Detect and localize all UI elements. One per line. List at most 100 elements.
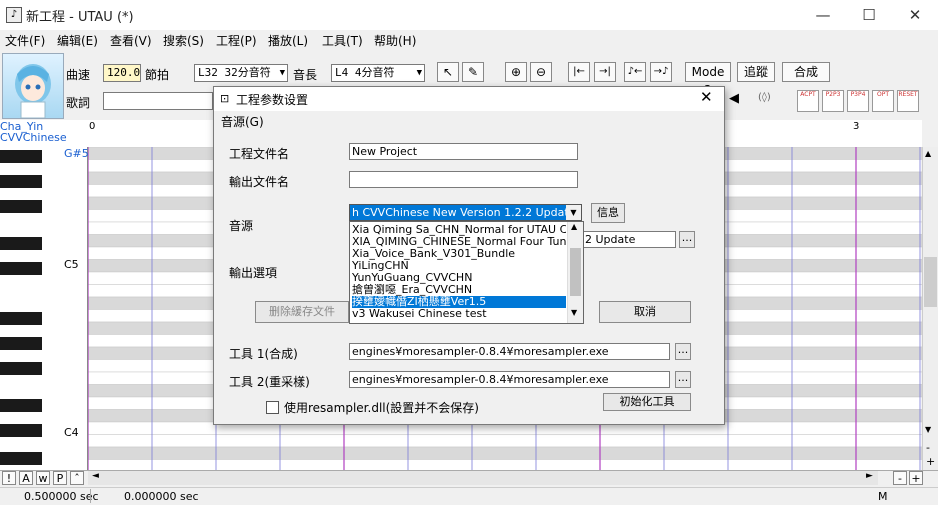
voicebank-option[interactable]: XIA_QIMING_CHINESE_Normal Four Tune — [352, 236, 566, 248]
pitch-button[interactable]: P — [53, 471, 67, 485]
grid-row — [88, 459, 922, 470]
scroll-down-icon[interactable]: ▼ — [571, 308, 577, 317]
zoom-out-button[interactable]: ⊖ — [530, 62, 552, 82]
menu-search[interactable]: 搜索(S) — [163, 32, 204, 49]
resampler-checkbox[interactable] — [266, 401, 279, 414]
black-key — [0, 399, 42, 412]
quantize-value: L32 32分音符 — [198, 66, 271, 79]
output-name-input[interactable] — [349, 171, 578, 188]
piano-keys[interactable]: G#5 C5 C4 — [0, 147, 89, 470]
scroll-up-icon[interactable]: ▲ — [925, 149, 931, 158]
caret-button[interactable]: ˆ — [70, 471, 84, 485]
voicebank-option[interactable]: YiLingCHN — [352, 260, 566, 272]
go-end-button[interactable]: →| — [594, 62, 616, 82]
voicebank-path-field[interactable]: 2 Update — [582, 231, 676, 248]
title-bar[interactable] — [0, 0, 938, 30]
minimize-button[interactable]: — — [800, 0, 846, 30]
menu-help[interactable]: 帮助(H) — [374, 32, 416, 49]
zoom-in-button[interactable]: ⊕ — [505, 62, 527, 82]
menu-file[interactable]: 文件(F) — [5, 32, 45, 49]
lyric-input[interactable] — [103, 92, 213, 110]
black-key — [0, 337, 42, 350]
voicebank-option[interactable]: 搶曽瀏噁_Era_CVVCHN — [352, 284, 566, 296]
info-button[interactable]: 信息 — [591, 203, 625, 223]
voicebank-option[interactable]: v3 Wakusei Chinese test — [352, 308, 566, 320]
next-note-button[interactable]: →♪ — [650, 62, 672, 82]
tool2-input[interactable]: engines¥moresampler-0.8.4¥moresampler.ex… — [349, 371, 670, 388]
menu-view[interactable]: 查看(V) — [110, 32, 152, 49]
close-window-button[interactable]: ✕ — [892, 0, 938, 30]
select-tool-button[interactable]: ↖ — [437, 62, 459, 82]
dialog-close-button[interactable]: ✕ — [700, 88, 713, 106]
zoom-out-horizontal[interactable]: - — [893, 471, 907, 485]
tool1-input[interactable]: engines¥moresampler-0.8.4¥moresampler.ex… — [349, 343, 670, 360]
fx-opt-button[interactable]: OPT — [872, 90, 894, 112]
zoom-in-vertical[interactable]: + — [926, 455, 935, 468]
speaker-icon[interactable]: ◀ — [729, 91, 739, 106]
horizontal-scrollbar[interactable]: ◄ ► — [88, 471, 878, 485]
singer-avatar[interactable] — [2, 53, 64, 119]
scroll-right-icon[interactable]: ► — [866, 471, 873, 481]
length-value: L4 4分音符 — [335, 66, 395, 79]
loop-icon[interactable]: (◊) — [758, 92, 771, 103]
mode-button[interactable]: Mode 2 — [685, 62, 731, 97]
scroll-left-icon[interactable]: ◄ — [92, 471, 99, 481]
browse-tool1-button[interactable]: ... — [675, 343, 691, 360]
singer-name-line2: CVVChinese — [0, 131, 67, 144]
length-label: 音長 — [293, 68, 318, 82]
length-select[interactable]: L4 4分音符 ▼ — [331, 64, 425, 82]
menu-project[interactable]: 工程(P) — [216, 32, 257, 49]
synthesize-button[interactable]: 合成 — [782, 62, 830, 82]
measure-label: 3 — [853, 121, 860, 132]
fx-p2p3-button[interactable]: P2P3 — [822, 90, 844, 112]
cancel-button[interactable]: 取消 — [599, 301, 691, 323]
clear-cache-button[interactable]: 删除緩存文件 — [255, 301, 349, 323]
voicebank-option[interactable]: YunYuGuang_CVVCHN — [352, 272, 566, 284]
zoom-out-vertical[interactable]: - — [926, 441, 930, 454]
fx-p3p4-button[interactable]: P3P4 — [847, 90, 869, 112]
note-label-c5: C5 — [64, 258, 79, 271]
maximize-button[interactable]: ☐ — [846, 0, 892, 30]
dropdown-scrollbar[interactable]: ▲ ▼ — [567, 222, 583, 323]
scroll-down-icon[interactable]: ▼ — [925, 425, 931, 434]
dialog-title-bar[interactable]: ⊡ 工程参数设置 ✕ — [214, 87, 724, 111]
scroll-thumb[interactable] — [924, 257, 937, 307]
fx-acpt-button[interactable]: ACPT — [797, 90, 819, 112]
menu-tools[interactable]: 工具(T) — [322, 32, 363, 49]
black-key — [0, 424, 42, 437]
mark-button[interactable]: ! — [2, 471, 16, 485]
status-cursor-time: 0.500000 sec — [24, 490, 99, 503]
zoom-in-horizontal[interactable]: + — [909, 471, 923, 485]
quantize-select[interactable]: L32 32分音符 ▼ — [194, 64, 288, 82]
tool1-label: 工具 1(合成) — [229, 347, 298, 361]
accent-button[interactable]: A — [19, 471, 33, 485]
project-name-input[interactable]: New Project — [349, 143, 578, 160]
voicebank-option[interactable]: Xia Qiming Sa_CHN_Normal for UTAU CV — [352, 224, 566, 236]
scroll-thumb[interactable] — [570, 248, 581, 296]
singer-name[interactable]: Cha_Yin CVVChinese — [0, 121, 86, 143]
chevron-down-icon[interactable]: ▼ — [566, 205, 581, 220]
voicebank-option-selected[interactable]: 揆壅嬡幟僭ZI栖懸壅Ver1.5 — [352, 296, 566, 308]
menu-edit[interactable]: 编辑(E) — [57, 32, 98, 49]
app-icon: ♪ — [6, 7, 22, 23]
voicebank-select[interactable]: h CVVChinese New Version 1.2.2 Update — [349, 204, 582, 221]
status-mode: M — [878, 490, 888, 503]
voicebank-dropdown-list[interactable]: Xia Qiming Sa_CHN_Normal for UTAU CV XIA… — [349, 221, 584, 324]
go-start-button[interactable]: |← — [568, 62, 590, 82]
resampler-checkbox-label[interactable]: 使用resampler.dll(設置并不会保存) — [284, 399, 479, 416]
menu-play[interactable]: 播放(L) — [268, 32, 308, 49]
browse-voicebank-button[interactable]: ... — [679, 231, 695, 248]
vertical-scrollbar[interactable]: ▲ ▼ - + — [922, 147, 938, 470]
browse-tool2-button[interactable]: ... — [675, 371, 691, 388]
wave-button[interactable]: w — [36, 471, 50, 485]
output-name-label: 輸出文件名 — [229, 175, 290, 189]
scroll-up-icon[interactable]: ▲ — [571, 222, 577, 231]
pen-tool-button[interactable]: ✎ — [462, 62, 484, 82]
tempo-field[interactable]: 120.0 — [103, 64, 141, 82]
voicebank-option[interactable]: Xia_Voice_Bank_V301_Bundle — [352, 248, 566, 260]
fx-reset-button[interactable]: RESET — [897, 90, 919, 112]
prev-note-button[interactable]: ♪← — [624, 62, 646, 82]
follow-button[interactable]: 追蹤 — [737, 62, 775, 82]
avatar-image — [15, 64, 51, 119]
init-tools-button[interactable]: 初始化工具 — [603, 393, 691, 411]
